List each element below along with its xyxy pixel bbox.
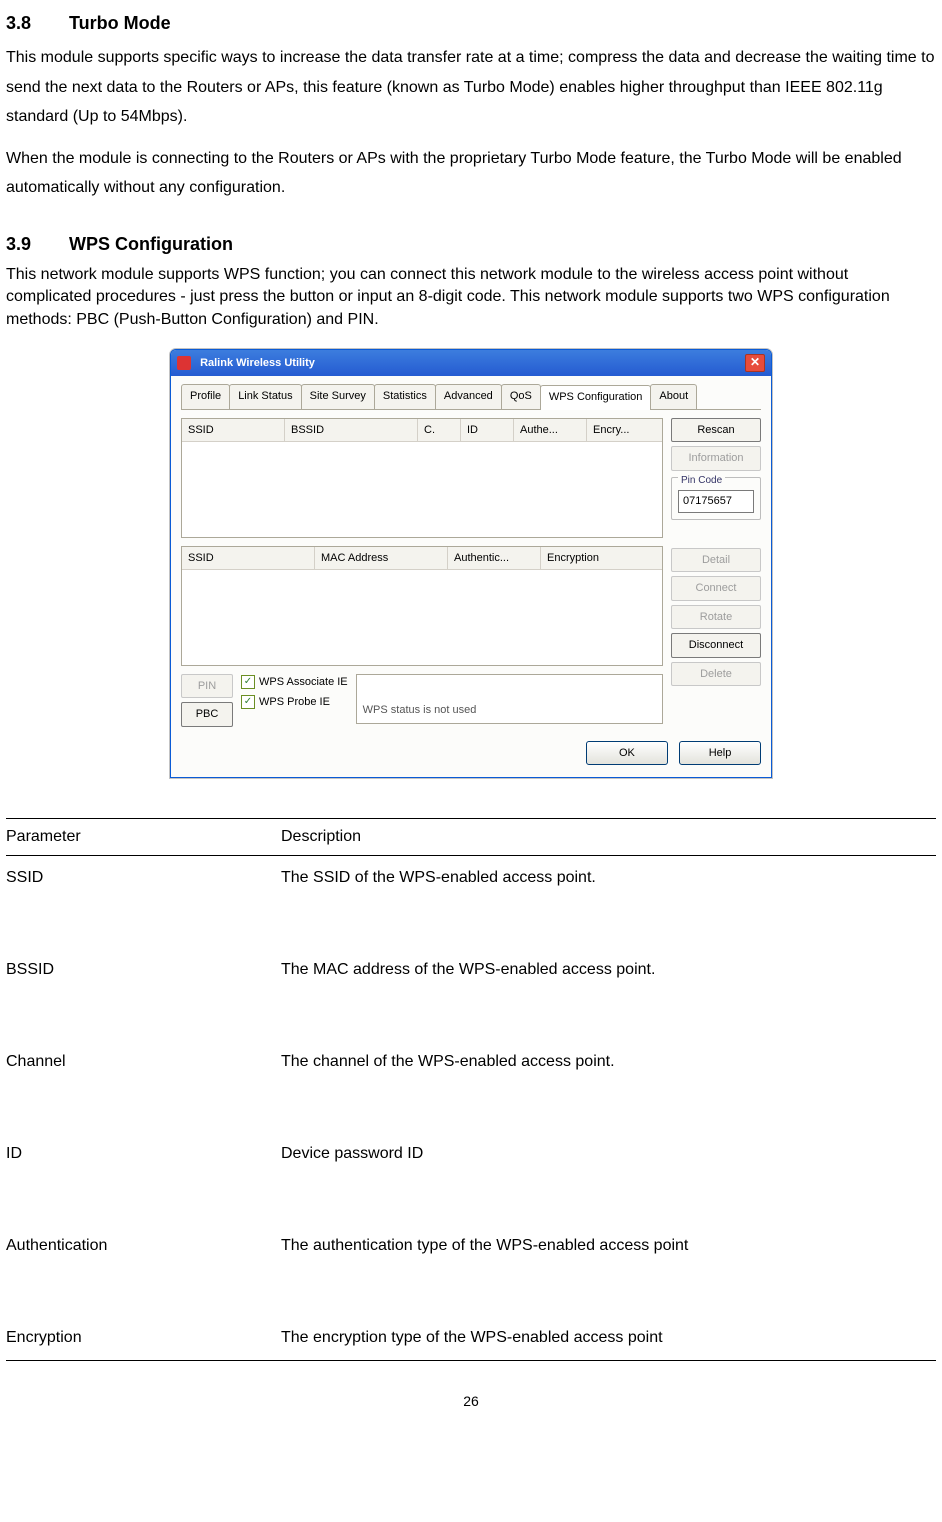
- title-bar: Ralink Wireless Utility ✕: [171, 350, 771, 376]
- section-3-8-title: Turbo Mode: [69, 13, 171, 33]
- grid2-col-encry[interactable]: Encryption: [541, 547, 662, 570]
- param-encryption: Encryption: [6, 1316, 281, 1361]
- param-authentication-desc: The authentication type of the WPS-enabl…: [281, 1224, 936, 1268]
- rescan-button[interactable]: Rescan: [671, 418, 761, 443]
- param-channel-desc: The channel of the WPS-enabled access po…: [281, 1040, 936, 1084]
- window-body: Profile Link Status Site Survey Statisti…: [171, 376, 771, 777]
- param-id-desc: Device password ID: [281, 1132, 936, 1176]
- pin-code-label: Pin Code: [678, 473, 725, 488]
- wps-profile-grid[interactable]: SSID MAC Address Authentic... Encryption: [181, 546, 663, 666]
- section-3-8-number: 3.8: [6, 10, 64, 37]
- param-authentication: Authentication: [6, 1224, 281, 1268]
- grid1-col-id[interactable]: ID: [461, 419, 514, 442]
- section-3-8-para-1: This module supports specific ways to in…: [6, 43, 936, 132]
- mode-buttons: PIN PBC: [181, 674, 233, 731]
- grid1-col-encry[interactable]: Encry...: [587, 419, 662, 442]
- param-header-description: Description: [281, 819, 936, 856]
- close-icon[interactable]: ✕: [745, 354, 765, 372]
- check-icon: ✓: [241, 695, 255, 709]
- help-button[interactable]: Help: [679, 741, 761, 766]
- checkbox-group: ✓ WPS Associate IE ✓ WPS Probe IE: [241, 674, 348, 715]
- wps-associate-ie-checkbox[interactable]: ✓ WPS Associate IE: [241, 674, 348, 691]
- detail-button[interactable]: Detail: [671, 548, 761, 573]
- tab-strip: Profile Link Status Site Survey Statisti…: [181, 384, 761, 410]
- section-3-9-heading: 3.9 WPS Configuration: [6, 231, 936, 258]
- param-ssid: SSID: [6, 856, 281, 901]
- param-channel: Channel: [6, 1040, 281, 1084]
- param-bssid: BSSID: [6, 948, 281, 992]
- section-3-9-para-1: This network module supports WPS functio…: [6, 264, 936, 331]
- wps-associate-ie-label: WPS Associate IE: [259, 674, 348, 691]
- wps-probe-ie-label: WPS Probe IE: [259, 694, 330, 711]
- page-number: 26: [6, 1391, 936, 1412]
- side-buttons: Rescan Information Pin Code 07175657 Det…: [671, 418, 761, 731]
- window-title: Ralink Wireless Utility: [200, 357, 315, 369]
- information-button[interactable]: Information: [671, 446, 761, 471]
- tab-profile[interactable]: Profile: [181, 384, 230, 409]
- dialog-buttons: OK Help: [181, 741, 761, 766]
- wps-status-box: WPS status is not used: [356, 674, 663, 724]
- param-encryption-desc: The encryption type of the WPS-enabled a…: [281, 1316, 936, 1361]
- screenshot-container: Ralink Wireless Utility ✕ Profile Link S…: [6, 349, 936, 778]
- delete-button[interactable]: Delete: [671, 662, 761, 687]
- wps-probe-ie-checkbox[interactable]: ✓ WPS Probe IE: [241, 694, 348, 711]
- ok-button[interactable]: OK: [586, 741, 668, 766]
- pbc-button[interactable]: PBC: [181, 702, 233, 727]
- grid1-col-c[interactable]: C.: [418, 419, 461, 442]
- connect-button[interactable]: Connect: [671, 576, 761, 601]
- section-3-8-para-2: When the module is connecting to the Rou…: [6, 144, 936, 203]
- param-ssid-desc: The SSID of the WPS-enabled access point…: [281, 856, 936, 901]
- check-icon: ✓: [241, 675, 255, 689]
- rotate-button[interactable]: Rotate: [671, 605, 761, 630]
- grid2-col-auth[interactable]: Authentic...: [448, 547, 541, 570]
- pin-button[interactable]: PIN: [181, 674, 233, 699]
- disconnect-button[interactable]: Disconnect: [671, 633, 761, 658]
- pin-code-group: Pin Code 07175657: [671, 477, 761, 520]
- section-3-9-title: WPS Configuration: [69, 234, 233, 254]
- tab-link-status[interactable]: Link Status: [229, 384, 301, 409]
- section-3-9-number: 3.9: [6, 231, 64, 258]
- param-bssid-desc: The MAC address of the WPS-enabled acces…: [281, 948, 936, 992]
- grid1-col-bssid[interactable]: BSSID: [285, 419, 418, 442]
- grid2-col-ssid[interactable]: SSID: [182, 547, 315, 570]
- tab-wps-configuration[interactable]: WPS Configuration: [540, 385, 652, 410]
- pin-code-field[interactable]: 07175657: [678, 490, 754, 513]
- ralink-utility-window: Ralink Wireless Utility ✕ Profile Link S…: [170, 349, 772, 778]
- wps-status-text: WPS status is not used: [363, 702, 477, 719]
- tab-qos[interactable]: QoS: [501, 384, 541, 409]
- tab-advanced[interactable]: Advanced: [435, 384, 502, 409]
- param-id: ID: [6, 1132, 281, 1176]
- param-header-parameter: Parameter: [6, 819, 281, 856]
- tab-about[interactable]: About: [650, 384, 697, 409]
- tab-statistics[interactable]: Statistics: [374, 384, 436, 409]
- grid1-col-auth[interactable]: Authe...: [514, 419, 587, 442]
- section-3-8-heading: 3.8 Turbo Mode: [6, 10, 936, 37]
- tab-site-survey[interactable]: Site Survey: [301, 384, 375, 409]
- grid2-col-mac[interactable]: MAC Address: [315, 547, 448, 570]
- grid1-col-ssid[interactable]: SSID: [182, 419, 285, 442]
- parameter-table: Parameter Description SSID The SSID of t…: [6, 818, 936, 1361]
- wps-ap-grid[interactable]: SSID BSSID C. ID Authe... Encry...: [181, 418, 663, 538]
- app-icon: [177, 356, 191, 370]
